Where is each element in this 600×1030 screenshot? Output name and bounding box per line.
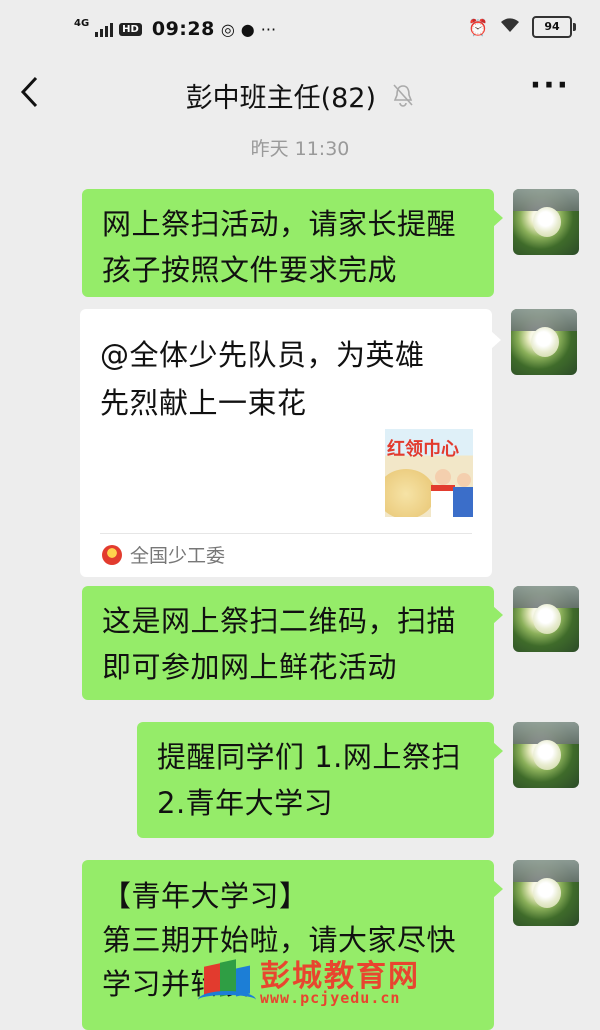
message-bubble[interactable]: 网上祭扫活动，请家长提醒 孩子按照文件要求完成 xyxy=(82,189,503,297)
link-card-thumbnail: 红领巾心 xyxy=(385,429,473,517)
battery-icon: 94 xyxy=(532,16,576,38)
message-line: 孩子按照文件要求完成 xyxy=(102,253,398,287)
watermark-url: www.pcjyedu.cn xyxy=(260,989,401,1007)
bubble-tail xyxy=(493,742,503,760)
bubble-tail xyxy=(493,880,503,898)
thumbnail-graphic xyxy=(457,473,471,487)
bubble-tail xyxy=(491,331,501,349)
bubble-tail xyxy=(493,606,503,624)
message-line: 这是网上祭扫二维码，扫描 xyxy=(102,604,457,638)
message-line: 网上祭扫活动，请家长提醒 xyxy=(102,207,457,241)
more-dots-icon: ··· xyxy=(260,19,277,39)
thumbnail-graphic xyxy=(385,469,435,517)
more-icon[interactable]: ··· xyxy=(530,68,570,103)
avatar[interactable] xyxy=(513,586,579,652)
avatar[interactable] xyxy=(513,722,579,788)
avatar[interactable] xyxy=(511,309,577,375)
hd-icon: HD xyxy=(119,22,142,36)
source-logo-icon xyxy=(102,544,122,565)
link-card[interactable]: @全体少先队员，为英雄 先烈献上一束花 红领巾心 全国少工委 xyxy=(80,309,501,577)
link-card-title: @全体少先队员，为英雄 先烈献上一束花 xyxy=(100,331,450,427)
link-card-source: 全国少工委 xyxy=(102,541,225,568)
thumbnail-graphic xyxy=(435,469,451,485)
message-line: 即可参加网上鲜花活动 xyxy=(102,650,398,684)
watermark: 彭城教育网 www.pcjyedu.cn xyxy=(198,945,458,1015)
message-line: 2.青年大学习 xyxy=(157,786,334,820)
message-bubble[interactable]: 这是网上祭扫二维码，扫描 即可参加网上鲜花活动 xyxy=(82,586,503,700)
message-line: 提醒同学们 1.网上祭扫 xyxy=(157,740,461,774)
thumbnail-text: 红领巾心 xyxy=(387,439,459,460)
divider xyxy=(100,533,472,534)
alarm-icon: ⏰ xyxy=(468,17,488,37)
network-type: 4G xyxy=(74,17,90,29)
status-bar: 4G HD 09:28 ◎ ● ··· ⏰ 94 xyxy=(0,0,600,60)
source-name: 全国少工委 xyxy=(130,545,226,567)
thumbnail-graphic xyxy=(431,485,455,517)
signal-icon xyxy=(95,21,114,37)
thumbnail-graphic xyxy=(453,487,473,517)
chat-notification-icon: ● xyxy=(240,19,255,39)
chat-title-wrap: 彭中班主任(82) xyxy=(0,76,600,115)
card-title-line: @全体少先队员，为英雄 xyxy=(100,338,425,372)
card-title-line: 先烈献上一束花 xyxy=(100,386,307,420)
message-timestamp: 昨天 11:30 xyxy=(250,138,350,160)
watermark-logo-icon xyxy=(198,951,256,1005)
wifi-icon xyxy=(500,17,520,37)
avatar[interactable] xyxy=(513,860,579,926)
status-time: 09:28 xyxy=(151,18,215,40)
app-notification-icon: ◎ xyxy=(220,19,235,39)
message-line: 【青年大学习】 xyxy=(102,879,309,913)
bubble-tail xyxy=(493,209,503,227)
mute-bell-icon xyxy=(386,84,414,112)
message-bubble[interactable]: 提醒同学们 1.网上祭扫 2.青年大学习 xyxy=(137,722,503,838)
avatar[interactable] xyxy=(513,189,579,255)
chat-header: 彭中班主任(82) ··· xyxy=(0,60,600,130)
chat-title: 彭中班主任(82) xyxy=(185,83,377,114)
